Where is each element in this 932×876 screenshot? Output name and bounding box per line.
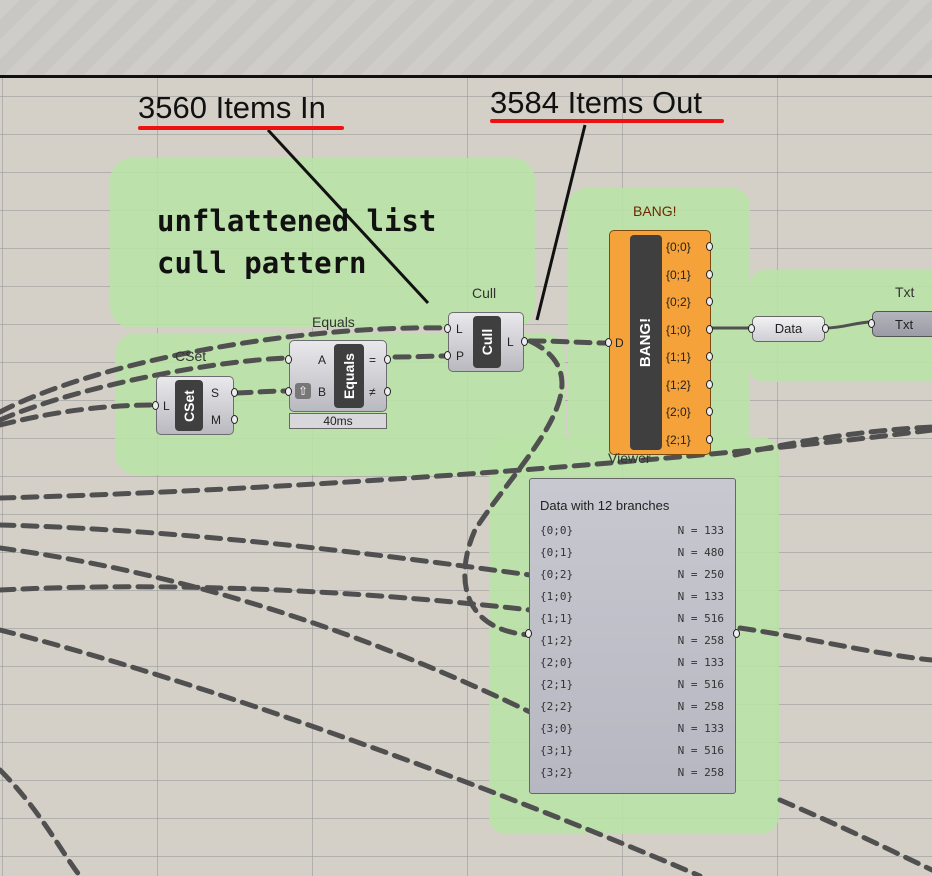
branch-path: {0;0} — [540, 524, 574, 537]
bang-title: BANG! — [633, 203, 677, 219]
bang-output-grip[interactable] — [706, 297, 713, 306]
branch-path: {2;1} — [540, 678, 574, 691]
branch-count: N = 258 — [677, 634, 724, 647]
branch-count: N = 516 — [677, 744, 724, 757]
bang-output-grip[interactable] — [706, 434, 713, 444]
annotation-pointers — [266, 124, 587, 321]
txt-title: Txt — [895, 284, 915, 300]
bang-core: BANG! — [630, 235, 662, 450]
pointer-out — [535, 124, 587, 321]
group-note: unflattened list cull pattern — [157, 204, 437, 280]
cset-output-m[interactable]: M — [211, 413, 221, 427]
branch-path: {1;0} — [540, 590, 574, 603]
txt-param-label: Txt — [895, 317, 914, 332]
data-param-label: Data — [774, 321, 803, 336]
txt-input-grip[interactable] — [868, 319, 875, 328]
branch-path: {2;0} — [540, 656, 574, 669]
equals-output-eq[interactable]: = — [369, 353, 376, 367]
bang-output-label[interactable]: {0;2} — [666, 295, 691, 309]
equals-input-a[interactable]: A — [318, 353, 326, 367]
bang-output-grip[interactable] — [706, 269, 713, 279]
cull-core: Cull — [473, 316, 501, 368]
equals-input-grip-a[interactable] — [285, 355, 292, 364]
bang-output-label[interactable]: {0;1} — [666, 268, 691, 282]
cset-title: CSet — [175, 348, 207, 364]
bang-output-label[interactable]: {1;1} — [666, 350, 691, 364]
items-in-underline — [138, 126, 344, 130]
bang-output-label[interactable]: {2;1} — [666, 433, 691, 447]
cset-core: CSet — [175, 380, 203, 431]
cull-input-p[interactable]: P — [456, 349, 464, 363]
equals-input-b[interactable]: B — [318, 385, 326, 399]
equals-core: Equals — [334, 344, 364, 408]
branch-count: N = 133 — [677, 524, 724, 537]
bang-output-grip[interactable] — [706, 407, 713, 416]
branch-path: {0;1} — [540, 546, 574, 559]
data-param[interactable]: Data — [748, 316, 829, 342]
data-input-grip[interactable] — [748, 324, 755, 333]
branch-count: N = 480 — [677, 546, 724, 559]
cset-output-grip-m[interactable] — [231, 415, 238, 424]
bang-output-label[interactable]: {0;0} — [666, 240, 691, 254]
bang-component[interactable]: BANG! D {0;0} {0;1} {0;2} {1;0} {1;1} {1;2} {2… — [605, 230, 713, 455]
cull-output-l[interactable]: L — [507, 335, 514, 349]
branch-count: N = 516 — [677, 678, 724, 691]
branch-count: N = 133 — [677, 590, 724, 603]
items-out-annotation: 3584 Items Out — [490, 85, 702, 120]
equals-output-grip-eq[interactable] — [384, 355, 391, 364]
viewer-input-grip[interactable] — [525, 629, 532, 638]
cull-component[interactable]: Cull L P L — [444, 312, 528, 372]
cull-input-grip-l[interactable] — [444, 324, 451, 333]
branch-path: {3;2} — [540, 766, 574, 779]
branch-count: N = 258 — [677, 700, 724, 713]
bang-output-grip[interactable] — [706, 379, 713, 389]
branch-count: N = 133 — [677, 656, 724, 669]
bang-output-grip[interactable] — [706, 242, 713, 251]
bang-input-grip[interactable] — [605, 338, 612, 347]
cull-title: Cull — [472, 285, 497, 301]
bang-output-grip[interactable] — [706, 324, 713, 334]
equals-title: Equals — [312, 314, 355, 330]
equals-input-grip-b[interactable] — [285, 387, 292, 396]
branch-count: N = 250 — [677, 568, 724, 581]
branch-path: {2;2} — [540, 700, 574, 713]
bang-output-label[interactable]: {1;2} — [666, 378, 691, 392]
cull-output-grip[interactable] — [521, 337, 528, 346]
branch-path: {1;2} — [540, 634, 574, 647]
cset-input-l[interactable]: L — [163, 399, 170, 413]
bang-input-d[interactable]: D — [615, 336, 624, 350]
data-output-grip[interactable] — [822, 324, 829, 333]
branch-path: {3;1} — [540, 744, 574, 757]
branch-path: {1;1} — [540, 612, 574, 625]
branch-path: {3;0} — [540, 722, 574, 735]
equals-component[interactable]: Equals A B ⇧ = ≠ — [285, 340, 391, 412]
equals-output-grip-neq[interactable] — [384, 387, 391, 396]
txt-param[interactable]: Txt — [868, 311, 932, 337]
cull-input-l[interactable]: L — [456, 322, 463, 336]
panel-viewer[interactable]: Data with 12 branches {0;0} N = 133 {0;1} N… — [525, 478, 740, 794]
cset-output-s[interactable]: S — [211, 386, 219, 400]
bang-output-grip[interactable] — [706, 352, 713, 361]
items-out-underline — [490, 119, 724, 123]
cset-output-grip-s[interactable] — [231, 388, 238, 397]
equals-output-neq[interactable]: ≠ — [369, 385, 376, 399]
viewer-title: Viewer — [608, 450, 651, 466]
viewer-output-grip[interactable] — [733, 629, 740, 638]
branch-path: {0;2} — [540, 568, 574, 581]
cset-component[interactable]: CSet L S M — [152, 376, 238, 435]
bang-output-label[interactable]: {2;0} — [666, 405, 691, 419]
viewer-header: Data with 12 branches — [540, 498, 670, 513]
branch-count: N = 258 — [677, 766, 724, 779]
equals-timing: 40ms — [289, 413, 387, 429]
cset-input-grip[interactable] — [152, 401, 159, 410]
flatten-icon[interactable]: ⇧ — [295, 383, 311, 399]
items-in-annotation: 3560 Items In — [138, 90, 326, 125]
cull-input-grip-p[interactable] — [444, 351, 451, 360]
bang-output-label[interactable]: {1;0} — [666, 323, 691, 337]
branch-count: N = 516 — [677, 612, 724, 625]
branch-count: N = 133 — [677, 722, 724, 735]
